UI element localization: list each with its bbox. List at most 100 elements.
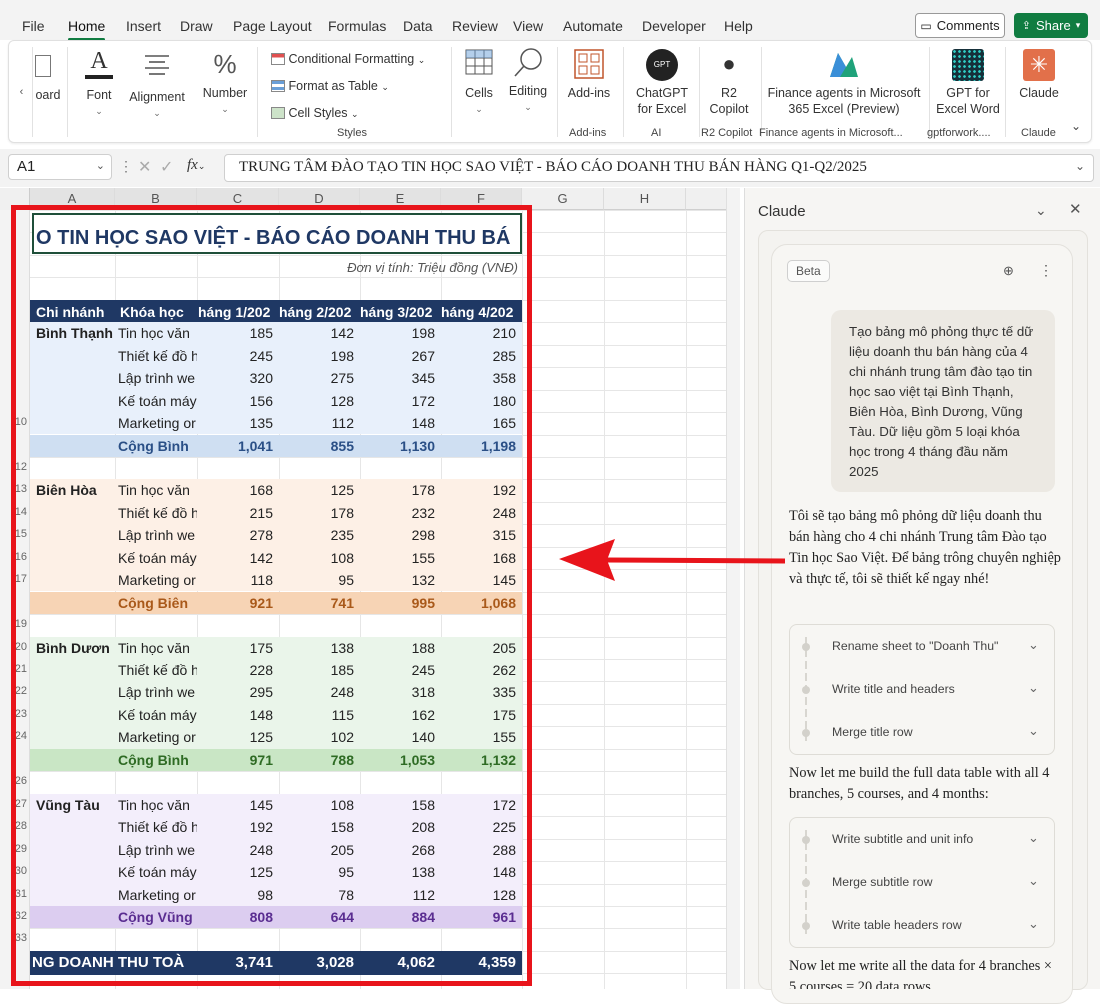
tool-steps-group-2: Write subtitle and unit info ⌄ Merge subti… (789, 817, 1055, 948)
tool-step[interactable]: Merge title row ⌄ (790, 723, 1054, 745)
r2-copilot-button[interactable]: ● R2 Copilot (703, 49, 755, 117)
tool-step[interactable]: Rename sheet to "Doanh Thu" ⌄ (790, 637, 1054, 659)
assistant-message: Tôi sẽ tạo bảng mô phỏng dữ liệu doanh t… (789, 508, 1061, 587)
tool-steps-group-1: Rename sheet to "Doanh Thu" ⌄ Write title … (789, 624, 1055, 755)
finance-agents-icon (830, 53, 858, 77)
separator (699, 47, 700, 137)
step-label: Rename sheet to "Doanh Thu" (832, 639, 999, 653)
align-icon (145, 55, 169, 75)
step-dot-icon (802, 836, 810, 844)
chatgpt-icon: GPT (646, 49, 678, 81)
column-header[interactable]: G (522, 188, 604, 210)
assistant-message: Now let me build the full data table wit… (789, 765, 1050, 802)
tool-step[interactable]: Write table headers row ⌄ (790, 916, 1054, 938)
separator (929, 47, 930, 137)
styles-group-label: Styles (337, 127, 367, 139)
chevron-down-icon: ⌄ (1028, 680, 1039, 695)
grid-col-line (686, 210, 687, 989)
step-label: Merge title row (832, 725, 913, 739)
conditional-formatting-button[interactable]: Conditional Formatting ⌄ (271, 51, 425, 68)
font-button[interactable]: A Font ⌄ (71, 49, 127, 119)
menu-review[interactable]: Review (452, 18, 498, 34)
insert-function-button[interactable]: fx⌄ (187, 157, 205, 174)
search-icon (514, 48, 542, 77)
menu-page-layout[interactable]: Page Layout (233, 18, 312, 34)
add-ins-button[interactable]: Add-ins (561, 49, 617, 101)
step-label: Write subtitle and unit info (832, 832, 974, 846)
gptforwork-group-label: gptforwork.... (927, 127, 991, 139)
ribbon: ‹ oard A Font ⌄ Alignment ⌄ % Number ⌄ C… (8, 40, 1092, 143)
separator (257, 47, 258, 137)
paste-icon (35, 55, 51, 77)
step-dot-icon (802, 879, 810, 887)
column-header[interactable]: H (604, 188, 686, 210)
editing-button[interactable]: Editing ⌄ (505, 47, 551, 115)
more-icon[interactable]: ⋮ (119, 158, 133, 175)
chevron-down-icon[interactable]: ⌄ (1035, 202, 1047, 219)
menu-formulas[interactable]: Formulas (328, 18, 386, 34)
menu-data[interactable]: Data (403, 18, 433, 34)
menu-automate[interactable]: Automate (563, 18, 623, 34)
annotation-arrow (559, 539, 785, 581)
number-button[interactable]: % Number ⌄ (199, 49, 251, 117)
annotation-highlight-box (11, 205, 532, 986)
separator (1005, 47, 1006, 137)
share-button[interactable]: ⇪ Share ▾ (1014, 13, 1088, 38)
cancel-icon[interactable]: ✕ (138, 157, 151, 177)
claude-ribbon-button[interactable]: ✳ Claude (1009, 49, 1069, 101)
new-chat-icon[interactable]: ⊕ (1003, 263, 1014, 279)
beta-badge: Beta (787, 260, 830, 282)
claude-logo-icon: ✳ (1023, 49, 1055, 81)
separator (557, 47, 558, 137)
name-box[interactable]: A1 ⌄ (8, 154, 112, 180)
enter-icon[interactable]: ✓ (160, 157, 173, 177)
add-ins-group-label: Add-ins (569, 127, 607, 139)
panel-title: Claude (758, 203, 806, 220)
assistant-message: Now let me write all the data for 4 bran… (789, 958, 1052, 989)
step-dot-icon (802, 686, 810, 694)
gpt-for-excel-word-button[interactable]: GPT for Excel Word (931, 49, 1005, 117)
chevron-down-icon: ⌄ (1028, 830, 1039, 845)
font-color-icon: A (90, 48, 108, 74)
tool-step[interactable]: Merge subtitle row ⌄ (790, 873, 1054, 895)
comment-icon: ▭ (920, 18, 932, 33)
separator (623, 47, 624, 137)
menu-developer[interactable]: Developer (642, 18, 706, 34)
claude-group-label: Claude (1021, 127, 1056, 139)
gpt-for-work-icon (952, 49, 984, 81)
cell-styles-button[interactable]: Cell Styles ⌄ (271, 105, 359, 122)
menu-view[interactable]: View (513, 18, 543, 34)
more-options-icon[interactable]: ⋮ (1039, 262, 1053, 279)
add-ins-icon (574, 49, 604, 79)
menu-draw[interactable]: Draw (180, 18, 213, 34)
percent-icon: % (213, 49, 237, 79)
menu-file[interactable]: File (22, 18, 45, 34)
tool-step[interactable]: Write title and headers ⌄ (790, 680, 1054, 702)
menu-help[interactable]: Help (724, 18, 753, 34)
finance-agents-button[interactable]: Finance agents in Microsoft 365 Excel (P… (761, 49, 927, 117)
tool-step[interactable]: Write subtitle and unit info ⌄ (790, 830, 1054, 852)
share-icon: ⇪ (1021, 20, 1031, 32)
comments-button[interactable]: ▭ Comments (915, 13, 1005, 38)
step-dot-icon (802, 922, 810, 930)
vertical-scrollbar[interactable] (726, 188, 740, 989)
chevron-down-icon: ⌄ (1028, 723, 1039, 738)
ribbon-scroll-left[interactable]: ‹ (11, 47, 33, 137)
alignment-button[interactable]: Alignment ⌄ (125, 53, 189, 121)
chevron-down-icon: ⌄ (1028, 637, 1039, 652)
close-icon[interactable]: ✕ (1069, 200, 1082, 218)
cell-styles-icon (271, 107, 285, 119)
menu-home[interactable]: Home (68, 18, 106, 41)
format-as-table-button[interactable]: Format as Table ⌄ (271, 78, 389, 95)
cells-button[interactable]: Cells ⌄ (455, 49, 503, 117)
chatgpt-for-excel-button[interactable]: GPT ChatGPT for Excel (627, 49, 697, 117)
font-color-bar (85, 75, 113, 79)
menu-bar: File Home Insert Draw Page Layout Formulas Dat… (0, 0, 1100, 41)
clipboard-group[interactable]: oard (31, 55, 65, 103)
formula-input[interactable]: TRUNG TÂM ĐÀO TẠO TIN HỌC SAO VIỆT - BÁO… (224, 154, 1094, 182)
table-icon (271, 80, 285, 92)
ribbon-collapse-icon[interactable]: ⌄ (1071, 119, 1081, 133)
claude-task-pane: Claude ⌄ ✕ Beta ⊕ ⋮ Tạo bảng mô phỏng th… (744, 188, 1100, 1004)
menu-insert[interactable]: Insert (126, 18, 161, 34)
separator (451, 47, 452, 137)
